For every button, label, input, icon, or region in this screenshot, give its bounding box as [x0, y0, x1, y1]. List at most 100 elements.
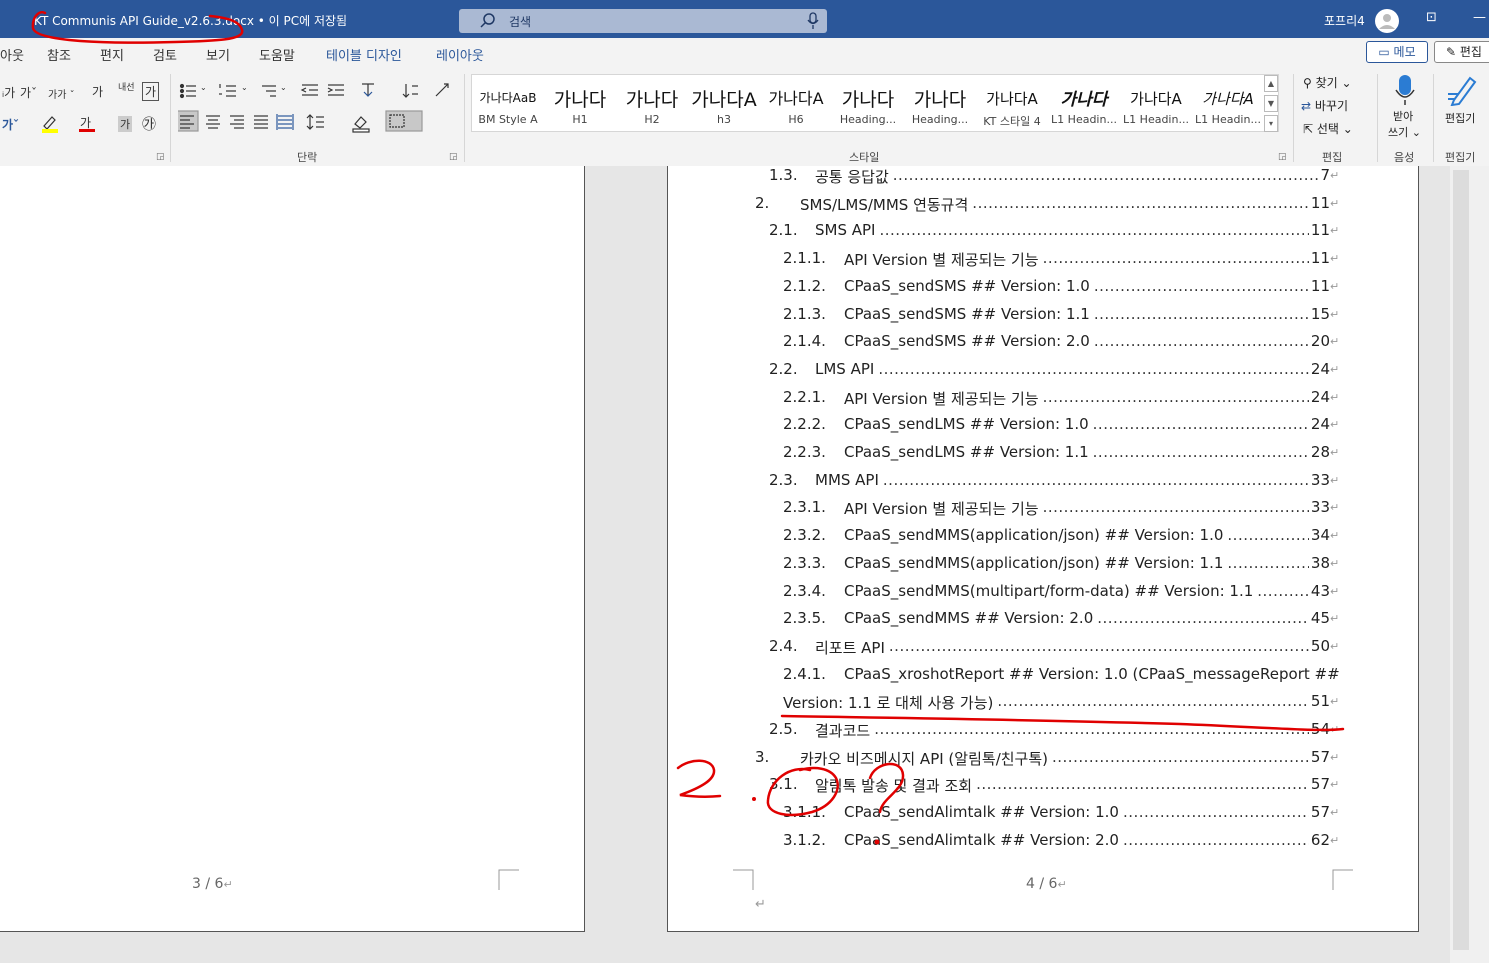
replace-button[interactable]: ⇄ 바꾸기 [1301, 97, 1348, 114]
toc-entry[interactable]: 2. SMS/LMS/MMS 연동규격......................… [668, 194, 1420, 218]
enclose-characters-button[interactable]: ㉮ [142, 114, 156, 134]
style-h3[interactable]: 가나다A h3 [688, 75, 760, 131]
character-border-button[interactable]: 가 [142, 82, 160, 101]
superscript-button[interactable]: ᵢ가 [2, 84, 15, 101]
tab-table-layout[interactable]: 레이아웃 [436, 45, 484, 64]
phonetic-guide-button[interactable]: 가 [92, 83, 103, 100]
tab-layout[interactable]: 아웃 [0, 45, 24, 64]
avatar[interactable] [1375, 9, 1399, 33]
style-l1-heading-2[interactable]: 가나다A L1 Headin... [1120, 75, 1192, 131]
multilevel-dropdown-icon[interactable]: ⌄ [280, 83, 287, 92]
toc-entry[interactable]: 2.1. SMS API.............................… [668, 221, 1420, 245]
character-shading-button[interactable]: 가 [118, 116, 133, 132]
select-button[interactable]: ⇱ 선택 ⌄ [1303, 120, 1353, 137]
tab-table-design[interactable]: 테이블 디자인 [326, 45, 402, 64]
multilevel-list-icon [262, 85, 276, 97]
toc-entry[interactable]: 2.3.4. CPaaS_sendMMS(multipart/form-data)… [668, 582, 1420, 606]
toc-entry[interactable]: 3.1.1. CPaaS_sendAlimtalk ## Version: 1.0… [668, 803, 1420, 827]
tab-mailings[interactable]: 편지 [100, 45, 124, 64]
editing-mode-button[interactable]: ✎ 편집 [1434, 41, 1489, 63]
style-heading-2[interactable]: 가나다 Heading... [904, 75, 976, 131]
minimize-button[interactable]: — [1473, 10, 1486, 25]
styles-scroll-down[interactable]: ▼ [1264, 95, 1278, 112]
toc-entry[interactable]: 2.2.2. CPaaS_sendLMS ## Version: 1.0.....… [668, 415, 1420, 439]
dictate-label-2[interactable]: 쓰기 ⌄ [1388, 124, 1421, 140]
styles-scroll-up[interactable]: ▲ [1264, 75, 1278, 92]
toc-page-number: 57 [1310, 803, 1330, 822]
toc-title: CPaaS_sendLMS ## Version: 1.1 [844, 443, 1089, 461]
toc-entry[interactable]: 2.1.3. CPaaS_sendSMS ## Version: 1.1.....… [668, 305, 1420, 329]
tab-review[interactable]: 검토 [153, 45, 177, 64]
toc-entry[interactable]: 3.1.2. CPaaS_sendAlimtalk ## Version: 2.0… [668, 831, 1420, 855]
toc-entry[interactable]: Version: 1.1 로 대체 사용 가능)................… [668, 692, 1420, 716]
scrollbar-thumb[interactable] [1453, 170, 1469, 950]
toc-page-number: 51 [1310, 692, 1330, 711]
change-case-button[interactable]: 가ˇ [20, 84, 37, 101]
editor-icon[interactable] [1446, 74, 1480, 106]
comments-button[interactable]: ▭ 메모 [1366, 41, 1428, 63]
style-kt-style-4[interactable]: 가나다A KT 스타일 4 [976, 75, 1048, 131]
toc-entry[interactable]: 2.1.4. CPaaS_sendSMS ## Version: 2.0.....… [668, 332, 1420, 356]
toc-entry[interactable]: 2.2.3. CPaaS_sendLMS ## Version: 1.1.....… [668, 443, 1420, 467]
highlight-icon[interactable] [40, 114, 62, 134]
font-size-button[interactable]: 가가 ˇ [48, 86, 75, 101]
style-l1-heading-1[interactable]: 가나다 L1 Headin... [1048, 75, 1120, 131]
search-box[interactable]: 검색 [459, 9, 827, 33]
toc-entry[interactable]: 1.3. 공통 응답값..............................… [668, 166, 1420, 190]
style-heading-1[interactable]: 가나다 Heading... [832, 75, 904, 131]
tab-help[interactable]: 도움말 [259, 45, 295, 64]
enclosed-char-button[interactable]: 내선 [118, 80, 135, 93]
voice-group-label: 음성 [1394, 151, 1415, 164]
dictate-label-1[interactable]: 받아 [1393, 108, 1413, 124]
toc-entry[interactable]: 2.5. 결과코드................................… [668, 720, 1420, 744]
toc-leader-dots: ........................................… [1093, 276, 1309, 295]
bullets-dropdown-icon[interactable]: ⌄ [200, 83, 207, 92]
style-l1-heading-3[interactable]: 가나다A L1 Headin... [1192, 75, 1264, 131]
style-h1[interactable]: 가나다 H1 [544, 75, 616, 131]
style-sample: 가나다A [1202, 90, 1254, 108]
toc-title: CPaaS_sendSMS ## Version: 1.0 [844, 276, 1090, 295]
ribbon-display-button[interactable]: ⊡ [1426, 10, 1437, 25]
toc-entry[interactable]: 3. 카카오 비즈메시지 API (알림톡/친구톡)...............… [668, 748, 1420, 772]
microphone-icon[interactable] [807, 12, 819, 30]
toc-title: CPaaS_sendSMS ## Version: 2.0 [844, 332, 1090, 351]
style-bm-style-a[interactable]: 가나다AaB BM Style A [472, 75, 544, 131]
toc-entry[interactable]: 2.3.1. API Version 별 제공되는 기능.............… [668, 498, 1420, 522]
user-name[interactable]: 포프리4 [1324, 12, 1365, 29]
microphone-icon[interactable] [1393, 74, 1417, 106]
toc-page-number: 15 [1310, 304, 1330, 323]
toc-number: 2.2.2. [783, 415, 826, 434]
toc-title: CPaaS_sendLMS ## Version: 1.0 [844, 415, 1089, 434]
font-dialog-launcher[interactable]: ◲ [156, 152, 165, 162]
page-4[interactable]: 1.3. 공통 응답값..............................… [667, 166, 1419, 932]
toc-entry[interactable]: 2.2.1. API Version 별 제공되는 기능.............… [668, 388, 1420, 412]
toc-entry[interactable]: 2.3.5. CPaaS_sendMMS ## Version: 2.0.....… [668, 609, 1420, 633]
find-button[interactable]: ⚲ 찾기 ⌄ [1303, 74, 1352, 91]
toc-entry[interactable]: 2.2. LMS API.............................… [668, 360, 1420, 384]
toc-entry[interactable]: 2.1.2. CPaaS_sendSMS ## Version: 1.0.....… [668, 277, 1420, 301]
return-mark: ↵ [1330, 418, 1340, 432]
style-h2[interactable]: 가나다 H2 [616, 75, 688, 131]
toc-entry[interactable]: 2.3.2. CPaaS_sendMMS(application/json) ##… [668, 526, 1420, 550]
toc-number: 2.2.3. [783, 443, 826, 461]
page-3[interactable]: 3 / 6↵ [0, 166, 585, 932]
text-effects-button[interactable]: 가ˇ [2, 116, 19, 133]
toc-entry[interactable]: 2.4.1. CPaaS_xroshotReport ## Version: 1.… [668, 665, 1420, 689]
toc-entry[interactable]: 2.1.1. API Version 별 제공되는 기능.............… [668, 249, 1420, 273]
editor-button-label[interactable]: 편집기 [1445, 110, 1475, 126]
toc-title: API Version 별 제공되는 기능 [844, 500, 1039, 519]
toc-entry[interactable]: 3.1. 알림톡 발송 및 결과 조회......................… [668, 775, 1420, 799]
tab-view[interactable]: 보기 [206, 45, 230, 64]
toc-entry[interactable]: 2.3.3. CPaaS_sendMMS(application/json) ##… [668, 554, 1420, 578]
tab-references[interactable]: 참조 [47, 45, 71, 64]
paragraph-dialog-launcher[interactable]: ◲ [449, 152, 458, 162]
style-h6[interactable]: 가나다A H6 [760, 75, 832, 131]
document-title[interactable]: KT Communis API Guide_v2.6.3.docx • 이 PC… [34, 12, 347, 29]
search-icon [480, 13, 495, 28]
numbering-dropdown-icon[interactable]: ⌄ [241, 83, 248, 92]
styles-dialog-launcher[interactable]: ◲ [1278, 152, 1287, 162]
style-name: Heading... [911, 113, 969, 126]
toc-entry[interactable]: 2.4. 리포트 API.............................… [668, 637, 1420, 661]
toc-entry[interactable]: 2.3. MMS API.............................… [668, 471, 1420, 495]
styles-more-button[interactable]: ▾ [1264, 115, 1278, 132]
